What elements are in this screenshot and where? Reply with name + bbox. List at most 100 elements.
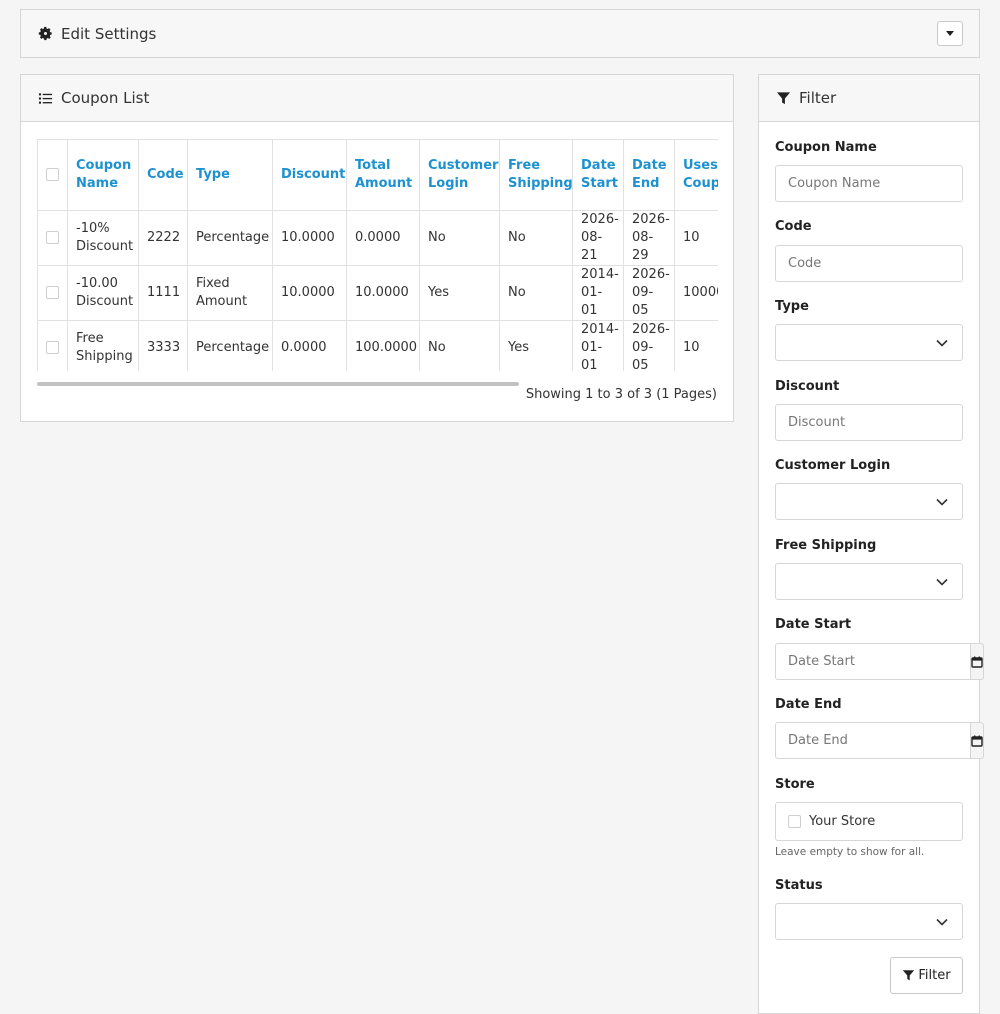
discount-label: Discount	[775, 379, 840, 394]
column-header-code[interactable]: Code	[138, 139, 188, 211]
filter-header: Filter	[759, 75, 979, 122]
coupon-table-scroll[interactable]: Coupon Name Code Type Discount Total Amo…	[37, 139, 718, 371]
cell-customer-login: Yes	[419, 265, 500, 321]
cell-date-start: 2014-01-01	[572, 265, 624, 321]
cell-date-end: 2026-09-05	[623, 265, 675, 321]
cell-discount: 0.0000	[272, 320, 347, 371]
status-select[interactable]	[775, 903, 963, 940]
code-label: Code	[775, 219, 812, 234]
coupon-name-input[interactable]	[775, 165, 963, 202]
chevron-down-icon	[936, 918, 948, 926]
cell-total-amount: 100.0000	[346, 320, 420, 371]
date-start-group	[775, 643, 984, 680]
date-end-calendar-button[interactable]	[970, 722, 984, 759]
store-checkbox[interactable]	[788, 815, 801, 828]
filter-icon	[903, 970, 915, 981]
cell-free-shipping: No	[499, 265, 573, 321]
column-header-uses-per-coupon[interactable]: Uses Per Coupon	[674, 139, 718, 211]
cell-coupon-name: -10.00 Discount	[67, 265, 139, 321]
caret-down-icon	[946, 31, 954, 36]
row-select-cell	[37, 320, 68, 371]
cell-code: 2222	[138, 210, 188, 266]
type-label: Type	[775, 299, 809, 314]
cell-customer-login: No	[419, 320, 500, 371]
row-select-cell	[37, 265, 68, 321]
date-start-input[interactable]	[775, 643, 970, 680]
cell-coupon-name: Free Shipping	[67, 320, 139, 371]
cell-free-shipping: Yes	[499, 320, 573, 371]
free-shipping-select[interactable]	[775, 563, 963, 600]
code-input[interactable]	[775, 245, 963, 282]
column-header-date-end[interactable]: Date End	[623, 139, 675, 211]
row-checkbox[interactable]	[46, 341, 59, 354]
customer-login-select[interactable]	[775, 483, 963, 520]
select-all-checkbox[interactable]	[46, 168, 59, 181]
date-end-input[interactable]	[775, 722, 970, 759]
row-checkbox[interactable]	[46, 286, 59, 299]
coupon-list-header: Coupon List	[21, 75, 733, 122]
table-row: Free Shipping 3333 Percentage 0.0000 100…	[37, 320, 718, 371]
table-row: -10% Discount 2222 Percentage 10.0000 0.…	[37, 210, 718, 266]
customer-login-label: Customer Login	[775, 458, 891, 473]
cell-code: 1111	[138, 265, 188, 321]
cell-free-shipping: No	[499, 210, 573, 266]
chevron-down-icon	[936, 498, 948, 506]
date-end-group	[775, 722, 984, 759]
coupon-name-label: Coupon Name	[775, 140, 877, 155]
filter-title: Filter	[799, 89, 837, 107]
filter-icon	[775, 90, 791, 106]
calendar-icon	[971, 656, 983, 668]
coupon-list-panel: Coupon List Coupon Name Code Type Discou…	[20, 74, 734, 422]
cell-type: Fixed Amount	[187, 265, 273, 321]
column-header-type[interactable]: Type	[187, 139, 273, 211]
store-label: Store	[775, 777, 815, 792]
coupon-table: Coupon Name Code Type Discount Total Amo…	[37, 139, 718, 371]
discount-input[interactable]	[775, 404, 963, 441]
pagination-text: Showing 1 to 3 of 3 (1 Pages)	[525, 387, 717, 402]
date-end-label: Date End	[775, 697, 842, 712]
edit-settings-header: Edit Settings	[21, 10, 979, 57]
date-start-label: Date Start	[775, 617, 852, 632]
cell-date-end: 2026-08-29	[623, 210, 675, 266]
cell-total-amount: 10.0000	[346, 265, 420, 321]
chevron-down-icon	[936, 339, 948, 347]
cell-discount: 10.0000	[272, 265, 347, 321]
cell-uses-per-coupon: 10	[674, 210, 718, 266]
row-checkbox[interactable]	[46, 231, 59, 244]
cell-code: 3333	[138, 320, 188, 371]
cell-type: Percentage	[187, 210, 273, 266]
type-select[interactable]	[775, 324, 963, 361]
column-header-discount[interactable]: Discount	[272, 139, 347, 211]
gear-icon	[37, 26, 53, 42]
row-select-cell	[37, 210, 68, 266]
column-header-customer-login[interactable]: Customer Login	[419, 139, 500, 211]
column-header-free-shipping[interactable]: Free Shipping	[499, 139, 573, 211]
cell-discount: 10.0000	[272, 210, 347, 266]
table-header-row: Coupon Name Code Type Discount Total Amo…	[37, 139, 718, 211]
edit-settings-title: Edit Settings	[61, 24, 157, 43]
cell-uses-per-coupon: 10	[674, 320, 718, 371]
cell-date-start: 2014-01-01	[572, 320, 624, 371]
store-option-label[interactable]: Your Store	[809, 814, 875, 829]
date-start-calendar-button[interactable]	[970, 643, 984, 680]
select-all-cell	[37, 139, 68, 211]
free-shipping-label: Free Shipping	[775, 538, 877, 553]
calendar-icon	[971, 735, 983, 747]
cell-coupon-name: -10% Discount	[67, 210, 139, 266]
edit-settings-panel: Edit Settings	[20, 9, 980, 58]
chevron-down-icon	[936, 578, 948, 586]
store-help-text: Leave empty to show for all.	[775, 846, 925, 858]
column-header-coupon-name[interactable]: Coupon Name	[67, 139, 139, 211]
filter-panel: Filter Coupon Name Code Type Discount Cu…	[758, 74, 984, 1014]
cell-type: Percentage	[187, 320, 273, 371]
column-header-total-amount[interactable]: Total Amount	[346, 139, 420, 211]
cell-date-end: 2026-09-05	[623, 320, 675, 371]
filter-button[interactable]: Filter	[890, 957, 963, 994]
edit-settings-toggle-button[interactable]	[937, 21, 963, 46]
store-checkbox-list: Your Store	[775, 802, 963, 841]
column-header-date-start[interactable]: Date Start	[572, 139, 624, 211]
cell-customer-login: No	[419, 210, 500, 266]
table-row: -10.00 Discount 1111 Fixed Amount 10.000…	[37, 265, 718, 321]
table-horizontal-scrollbar[interactable]	[37, 382, 519, 386]
filter-button-label: Filter	[918, 968, 951, 983]
